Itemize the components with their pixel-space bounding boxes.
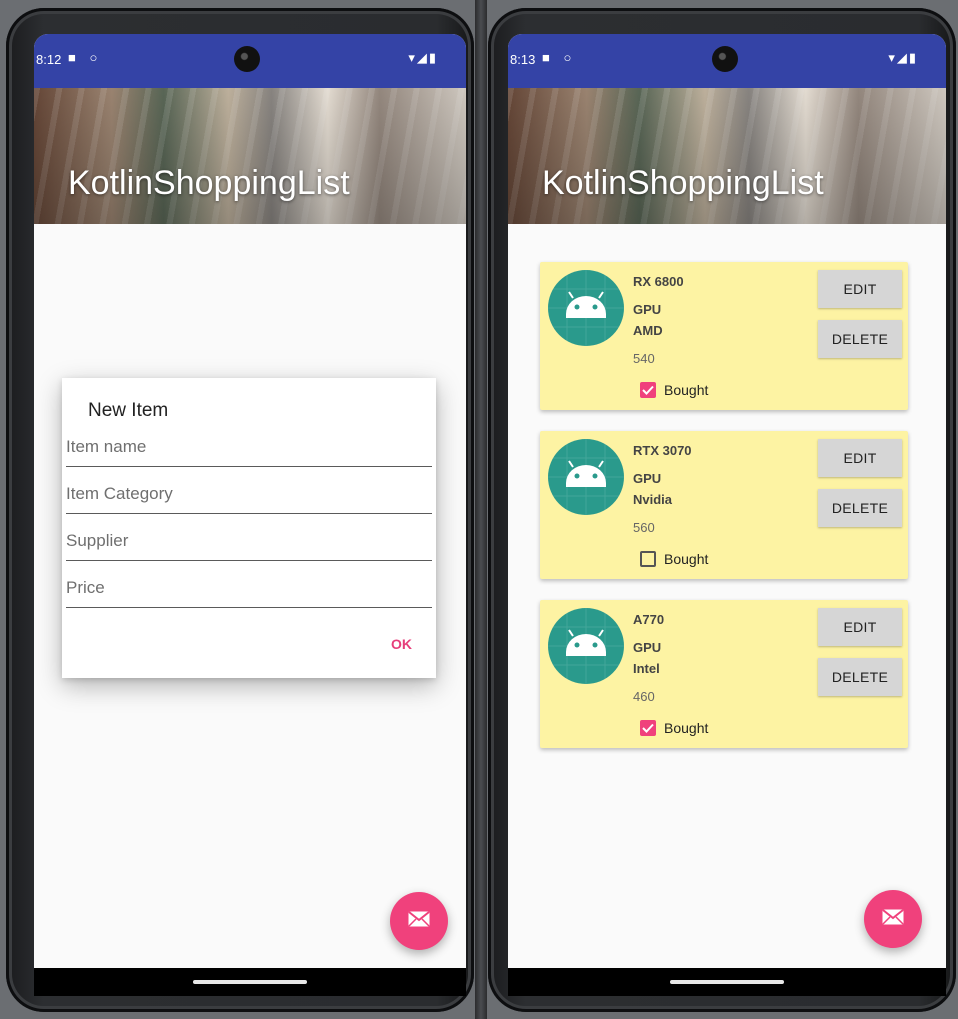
supplier-field [66,526,432,561]
item-category-field [66,479,432,514]
item-category: GPU [633,640,662,655]
item-price: 560 [633,520,655,535]
mail-icon [408,910,430,932]
bought-checkbox[interactable]: Bought [640,551,708,567]
price-field [66,573,432,608]
screen-left: 8:12 ■ ○ ▾◢▮ KotlinShoppingList New Item… [34,34,466,996]
camera-cutout [234,46,260,72]
mail-icon [882,908,904,930]
list-item: RX 6800 GPU AMD 540 Bought EDIT DELETE [540,262,908,410]
status-time: 8:13 [510,52,536,67]
signal-battery-icons: ▾◢▮ [888,50,918,65]
checkbox-unchecked-icon[interactable] [640,551,656,567]
item-supplier: Intel [633,661,660,676]
list-item: A770 GPU Intel 460 Bought EDIT DELETE [540,600,908,748]
home-gesture-bar[interactable] [193,980,307,984]
item-category-input[interactable] [66,479,432,509]
edit-button[interactable]: EDIT [818,439,902,477]
device-hinge [475,0,487,1019]
item-name: A770 [633,612,665,627]
app-title: KotlinShoppingList [542,164,824,202]
phone-right: 8:13 ■ ○ ▾◢▮ KotlinShoppingList RX 6800 … [488,8,956,1012]
item-supplier: Nvidia [633,492,673,507]
item-name: RX 6800 [633,274,684,289]
item-category: GPU [633,471,662,486]
notification-icons: ■ ○ [542,50,577,65]
delete-button[interactable]: DELETE [818,320,902,358]
app-header-image: KotlinShoppingList [34,88,466,224]
home-gesture-bar[interactable] [670,980,784,984]
supplier-input[interactable] [66,526,432,556]
bought-label: Bought [664,720,709,736]
phone-left: 8:12 ■ ○ ▾◢▮ KotlinShoppingList New Item… [6,8,474,1012]
item-supplier: AMD [633,323,663,338]
price-input[interactable] [66,573,432,603]
android-icon [548,439,624,515]
bought-checkbox[interactable]: Bought [640,720,708,736]
dialog-title: New Item [88,400,169,421]
android-icon [548,270,624,346]
item-price: 460 [633,689,655,704]
delete-button[interactable]: DELETE [818,658,902,696]
bought-label: Bought [664,551,709,567]
item-name-input[interactable] [66,432,432,462]
bought-label: Bought [664,382,709,398]
status-time: 8:12 [36,52,62,67]
notification-icons: ■ ○ [68,50,103,65]
nav-bar [34,968,466,996]
status-bar: 8:12 ■ ○ ▾◢▮ [34,34,466,88]
add-item-fab[interactable] [390,892,448,950]
ok-button[interactable]: OK [391,636,412,652]
android-icon [548,608,624,684]
checkbox-checked-icon[interactable] [640,720,656,736]
item-name-field [66,432,432,467]
edit-button[interactable]: EDIT [818,608,902,646]
list-item: RTX 3070 GPU Nvidia 560 Bought EDIT DELE… [540,431,908,579]
add-item-fab[interactable] [864,890,922,948]
camera-cutout [712,46,738,72]
app-title: KotlinShoppingList [68,164,350,202]
nav-bar [508,968,946,996]
checkbox-checked-icon[interactable] [640,382,656,398]
signal-battery-icons: ▾◢▮ [408,50,438,65]
item-category: GPU [633,302,662,317]
screen-right: 8:13 ■ ○ ▾◢▮ KotlinShoppingList RX 6800 … [508,34,946,996]
delete-button[interactable]: DELETE [818,489,902,527]
item-name: RTX 3070 [633,443,692,458]
status-bar: 8:13 ■ ○ ▾◢▮ [508,34,946,88]
edit-button[interactable]: EDIT [818,270,902,308]
bought-checkbox[interactable]: Bought [640,382,708,398]
item-price: 540 [633,351,655,366]
app-header-image: KotlinShoppingList [508,88,946,224]
new-item-dialog: New Item OK [62,378,436,678]
